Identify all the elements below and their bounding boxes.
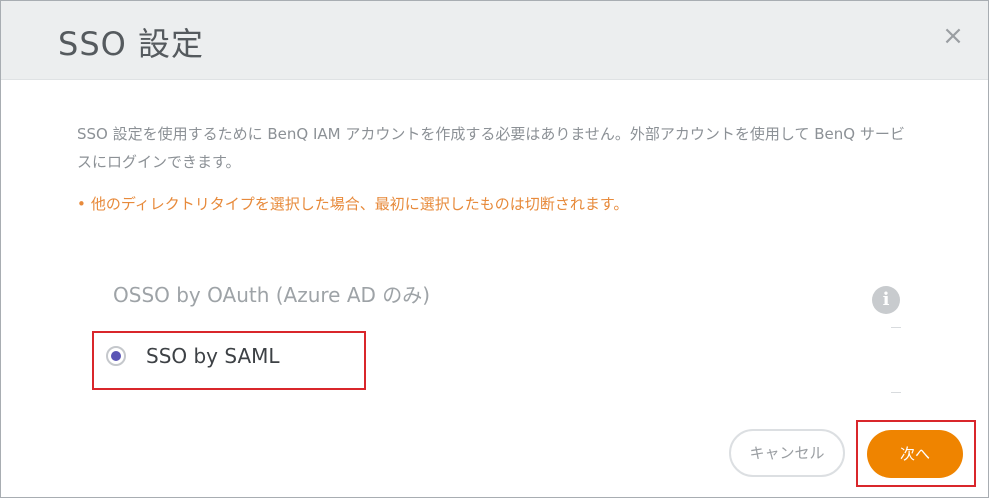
warning-message: • 他のディレクトリタイプを選択した場合、最初に選択したものは切断されます。 bbox=[77, 193, 628, 214]
close-icon[interactable]: × bbox=[941, 21, 965, 51]
divider bbox=[891, 327, 901, 328]
option-sso-oauth[interactable]: OSSO by OAuth (Azure AD のみ) bbox=[113, 279, 430, 308]
warning-bullet-icon: • bbox=[77, 195, 86, 213]
radio-sso-saml[interactable] bbox=[106, 346, 126, 366]
dialog-description: SSO 設定を使用するために BenQ IAM アカウントを作成する必要はありま… bbox=[77, 125, 905, 171]
next-button[interactable]: 次へ bbox=[867, 430, 963, 478]
sso-settings-dialog: SSO 設定 × SSO 設定を使用するために BenQ IAM アカウントを作… bbox=[0, 0, 989, 498]
info-icon[interactable]: i bbox=[872, 286, 900, 314]
dialog-title: SSO 設定 bbox=[58, 25, 204, 63]
warning-text: 他のディレクトリタイプを選択した場合、最初に選択したものは切断されます。 bbox=[90, 195, 629, 213]
divider bbox=[891, 392, 901, 393]
radio-selected-icon bbox=[111, 351, 121, 361]
cancel-button[interactable]: キャンセル bbox=[729, 429, 845, 477]
dialog-header: SSO 設定 × bbox=[1, 1, 988, 80]
option-sso-saml-label[interactable]: SSO by SAML bbox=[146, 344, 280, 368]
